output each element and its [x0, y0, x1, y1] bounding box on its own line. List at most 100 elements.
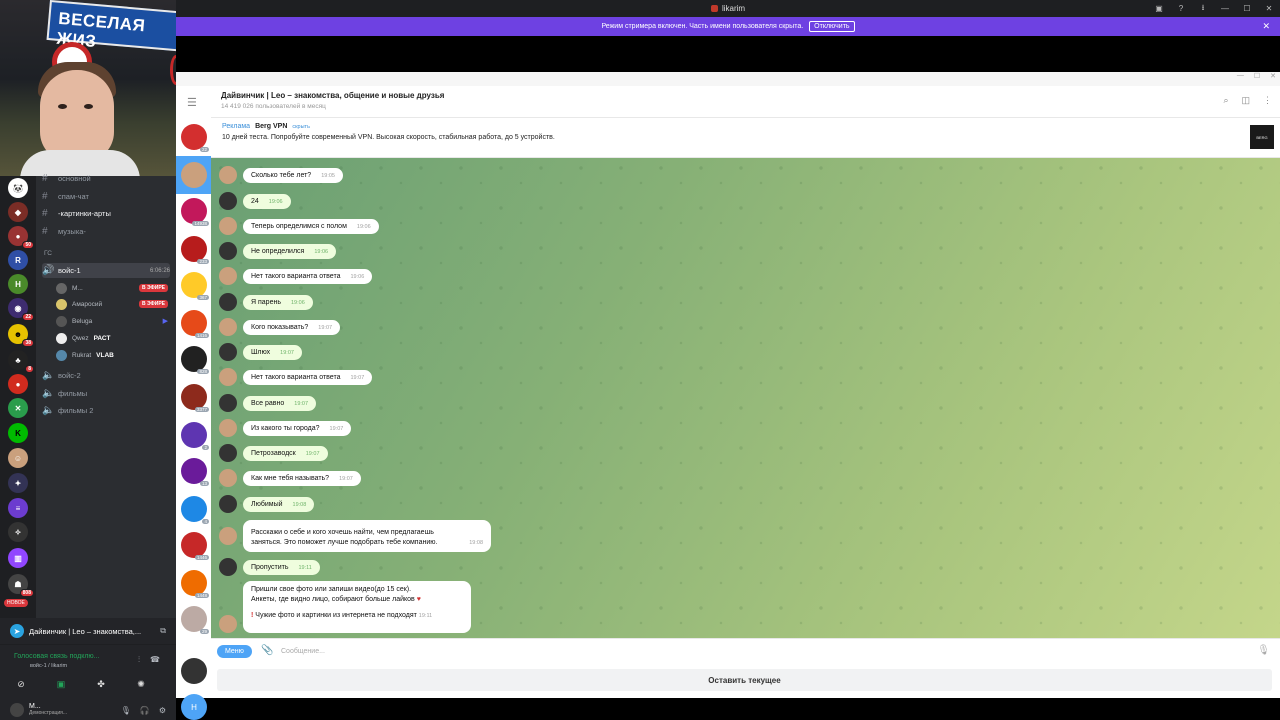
voice-channel[interactable]: 🔈 войс-2: [42, 368, 170, 383]
chat-avatar[interactable]: 13: [181, 458, 209, 486]
chat-avatar-active[interactable]: [181, 162, 207, 188]
message-bubble[interactable]: Как мне тебя называть? 19:07: [243, 470, 361, 486]
gear-icon[interactable]: ⚙: [159, 706, 166, 715]
voice-user[interactable]: Qwez РАСТ: [56, 331, 168, 345]
server-icon[interactable]: ✕: [8, 398, 28, 418]
server-icon[interactable]: ◆: [8, 202, 28, 222]
maximize-icon[interactable]: ☐: [1254, 72, 1260, 80]
chat-avatar[interactable]: 1448: [181, 570, 209, 598]
message-bubble[interactable]: Шлюх 19:07: [243, 344, 302, 360]
server-icon[interactable]: ≡: [8, 498, 28, 518]
download-icon[interactable]: ⭳: [1192, 0, 1214, 17]
message-input[interactable]: Сообщение...: [281, 648, 325, 655]
twitch-icon[interactable]: ▥: [8, 548, 28, 568]
hamburger-menu-icon[interactable]: ☰: [187, 96, 197, 109]
chat-avatar[interactable]: 29: [181, 606, 209, 634]
chat-avatar[interactable]: 14938: [181, 198, 209, 226]
message-bubble[interactable]: Из какого ты города? 19:07: [243, 420, 352, 436]
popout-icon[interactable]: ⧉: [160, 626, 166, 636]
chat-avatar[interactable]: 828: [181, 346, 209, 374]
chat-avatar[interactable]: 1416: [181, 310, 209, 338]
voice-user[interactable]: М... В ЭФИРЕ: [56, 281, 168, 295]
message-bubble[interactable]: Все равно 19:07: [243, 395, 317, 411]
attach-icon[interactable]: 📎: [261, 645, 273, 656]
message-bubble[interactable]: Я парень 19:06: [243, 294, 313, 310]
message-bubble[interactable]: 24 19:06: [243, 193, 291, 209]
server-icon[interactable]: ◉ 22: [8, 298, 34, 321]
message-bubble[interactable]: Нет такого варианта ответа 19:07: [243, 369, 373, 385]
server-icon[interactable]: ♣ 8: [8, 350, 34, 373]
chat-title[interactable]: Дайвинчик | Leo – знакомства, общение и …: [221, 91, 444, 100]
activities-icon[interactable]: ✤: [94, 677, 108, 691]
sidebar-toggle-icon[interactable]: ◫: [1241, 95, 1250, 106]
server-icon[interactable]: ☗ 808: [8, 574, 34, 597]
server-icon[interactable]: ☻ 38: [8, 324, 34, 347]
chat-avatar[interactable]: 2: [181, 422, 209, 450]
voice-user[interactable]: Beluga ▶: [56, 314, 168, 328]
message-bubble[interactable]: Не определился 19:06: [243, 243, 337, 259]
message-bubble[interactable]: Теперь определимся с полом 19:06: [243, 218, 379, 234]
maximize-icon[interactable]: ☐: [1236, 0, 1258, 17]
server-icon[interactable]: 🐼: [8, 178, 28, 198]
message-bubble[interactable]: Пропустить 19:11: [243, 559, 320, 575]
chat-avatar[interactable]: 367: [181, 272, 209, 300]
minimize-icon[interactable]: —: [1214, 0, 1236, 17]
soundboard-icon[interactable]: ✺: [134, 677, 148, 691]
minimize-icon[interactable]: —: [1237, 72, 1244, 80]
headphones-icon[interactable]: 🎧: [140, 706, 150, 715]
ad-thumbnail[interactable]: BERG: [1250, 125, 1274, 149]
channel-art[interactable]: # -картинки-арты: [42, 206, 170, 221]
chat-avatar[interactable]: 4: [181, 496, 209, 524]
server-icon[interactable]: ● 50: [8, 226, 34, 249]
chat-avatar[interactable]: 22: [181, 124, 209, 152]
chat-avatar[interactable]: 233: [181, 236, 209, 264]
server-icon[interactable]: K: [8, 423, 28, 443]
message-bubble[interactable]: Нет такого варианта ответа 19:06: [243, 268, 373, 284]
voice-user[interactable]: Rukrat VLAB: [56, 348, 168, 362]
voice-channel[interactable]: 🔈 фильмы 2: [42, 403, 170, 418]
channel-osnovnoy[interactable]: # основной: [42, 171, 170, 186]
message-bubble[interactable]: Сколько тебе лет? 19:05: [243, 167, 343, 183]
avatar[interactable]: [10, 703, 24, 717]
mic-icon[interactable]: 🎙: [121, 706, 131, 715]
ad-hide-link[interactable]: скрыть: [292, 124, 310, 130]
screen-share-icon[interactable]: ▣: [54, 677, 68, 691]
more-icon[interactable]: ⋮: [1263, 95, 1272, 106]
chat-avatar[interactable]: H: [181, 694, 207, 720]
keep-current-button[interactable]: Оставить текущее: [217, 669, 1272, 691]
message-bubble[interactable]: Пришли свое фото или запиши видео(до 15 …: [243, 581, 471, 633]
search-icon[interactable]: ⌕: [1223, 95, 1228, 106]
message-bubble[interactable]: Петрозаводск 19:07: [243, 445, 328, 461]
server-icon[interactable]: H: [8, 274, 28, 294]
channel-spam[interactable]: # спам-чат: [42, 189, 170, 204]
disable-streamer-button[interactable]: Отключить: [809, 21, 855, 32]
sponsored-message[interactable]: Реклама Berg VPN скрыть 10 дней теста. П…: [211, 118, 1280, 158]
voice-channel-active[interactable]: 🔊 войс-1 6:06:26: [42, 263, 170, 278]
voice-user[interactable]: Амаросий В ЭФИРЕ: [56, 297, 168, 311]
chat-avatar[interactable]: 3377: [181, 384, 209, 412]
message-bubble[interactable]: Расскажи о себе и кого хочешь найти, чем…: [243, 520, 491, 552]
close-icon[interactable]: ✕: [1262, 21, 1270, 32]
server-icon[interactable]: R: [8, 250, 28, 270]
bot-menu-button[interactable]: Меню: [217, 645, 252, 658]
help-icon[interactable]: ?: [1170, 0, 1192, 17]
channel-music[interactable]: # музыка-: [42, 224, 170, 239]
voice-category[interactable]: ГС: [44, 250, 52, 257]
chat-avatar[interactable]: 1446: [181, 532, 209, 560]
close-icon[interactable]: ✕: [1270, 72, 1276, 80]
mic-icon[interactable]: 🎙: [1257, 645, 1270, 656]
server-icon[interactable]: ☺: [8, 448, 28, 468]
camera-off-icon[interactable]: ⊘: [14, 677, 28, 691]
server-icon[interactable]: ●: [8, 374, 28, 394]
server-icon[interactable]: ✦: [8, 473, 28, 493]
message-bubble[interactable]: Кого показывать? 19:07: [243, 319, 341, 335]
signal-icon[interactable]: ⫶: [138, 655, 140, 665]
message-bubble[interactable]: Любимый 19:08: [243, 496, 315, 512]
inbox-icon[interactable]: ▣: [1148, 0, 1170, 17]
server-icon[interactable]: ✧: [8, 522, 28, 542]
activity-tile[interactable]: ➤ Дайвинчик | Leo – знакомства,... ⧉: [0, 618, 176, 644]
chat-avatar[interactable]: [181, 658, 207, 684]
voice-channel[interactable]: 🔈 фильмы: [42, 386, 170, 401]
disconnect-icon[interactable]: ☎: [150, 655, 160, 665]
close-icon[interactable]: ✕: [1258, 0, 1280, 17]
